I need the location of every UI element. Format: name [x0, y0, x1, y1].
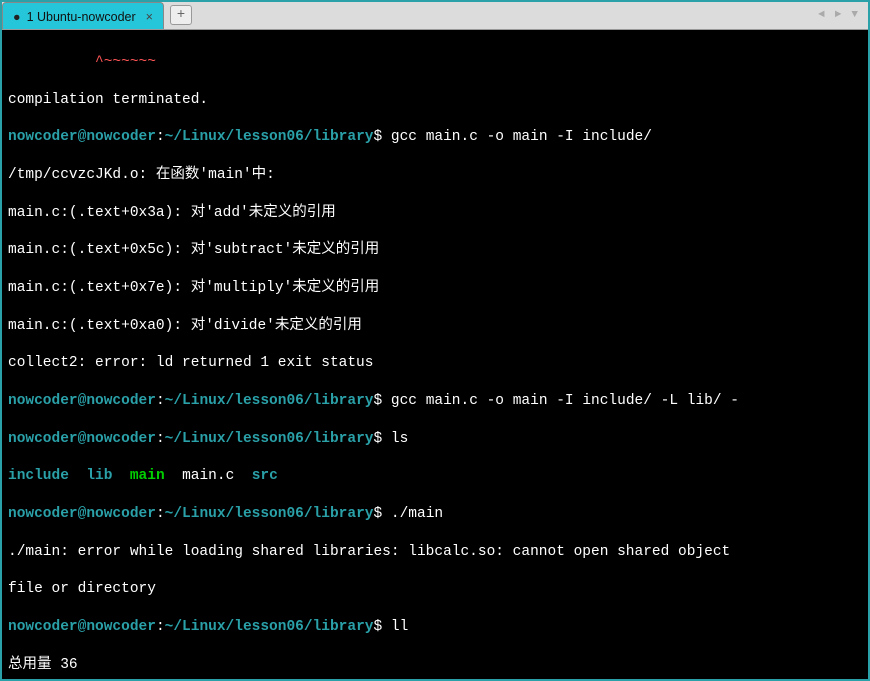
error-marker: ^~~~~~~: [8, 54, 156, 70]
output-line: collect2: error: ld returned 1 exit stat…: [8, 354, 862, 373]
output-line: main.c:(.text+0x5c): 对'subtract'未定义的引用: [8, 241, 862, 260]
output-line: ./main: error while loading shared libra…: [8, 543, 862, 562]
prompt-line: nowcoder@nowcoder:~/Linux/lesson06/libra…: [8, 505, 862, 524]
output-line: compilation terminated.: [8, 91, 862, 110]
new-tab-button[interactable]: +: [170, 5, 192, 25]
nav-down-icon[interactable]: ▼: [847, 6, 862, 24]
tab-bar: ● 1 Ubuntu-nowcoder × + ◄ ► ▼: [2, 2, 868, 30]
close-icon[interactable]: ×: [146, 9, 153, 25]
prompt-line: nowcoder@nowcoder:~/Linux/lesson06/libra…: [8, 618, 862, 637]
output-line: /tmp/ccvzcJKd.o: 在函数'main'中:: [8, 166, 862, 185]
prompt-line: nowcoder@nowcoder:~/Linux/lesson06/libra…: [8, 128, 862, 147]
output-line: file or directory: [8, 580, 862, 599]
output-line: main.c:(.text+0x7e): 对'multiply'未定义的引用: [8, 279, 862, 298]
output-line: 总用量 36: [8, 656, 862, 675]
output-line: main.c:(.text+0x3a): 对'add'未定义的引用: [8, 204, 862, 223]
prompt-line: nowcoder@nowcoder:~/Linux/lesson06/libra…: [8, 392, 862, 411]
nav-right-icon[interactable]: ►: [831, 6, 846, 24]
tab-label: 1 Ubuntu-nowcoder: [27, 9, 136, 25]
output-line: main.c:(.text+0xa0): 对'divide'未定义的引用: [8, 317, 862, 336]
tab-nav-arrows: ◄ ► ▼: [814, 6, 862, 24]
tab-active-dot: ●: [13, 9, 21, 25]
prompt-line: nowcoder@nowcoder:~/Linux/lesson06/libra…: [8, 430, 862, 449]
ls-output: include lib main main.c src: [8, 467, 862, 486]
nav-left-icon[interactable]: ◄: [814, 6, 829, 24]
terminal-output[interactable]: ^~~~~~~ compilation terminated. nowcoder…: [2, 30, 868, 679]
plus-icon: +: [177, 6, 185, 24]
tab-ubuntu[interactable]: ● 1 Ubuntu-nowcoder ×: [2, 2, 164, 29]
